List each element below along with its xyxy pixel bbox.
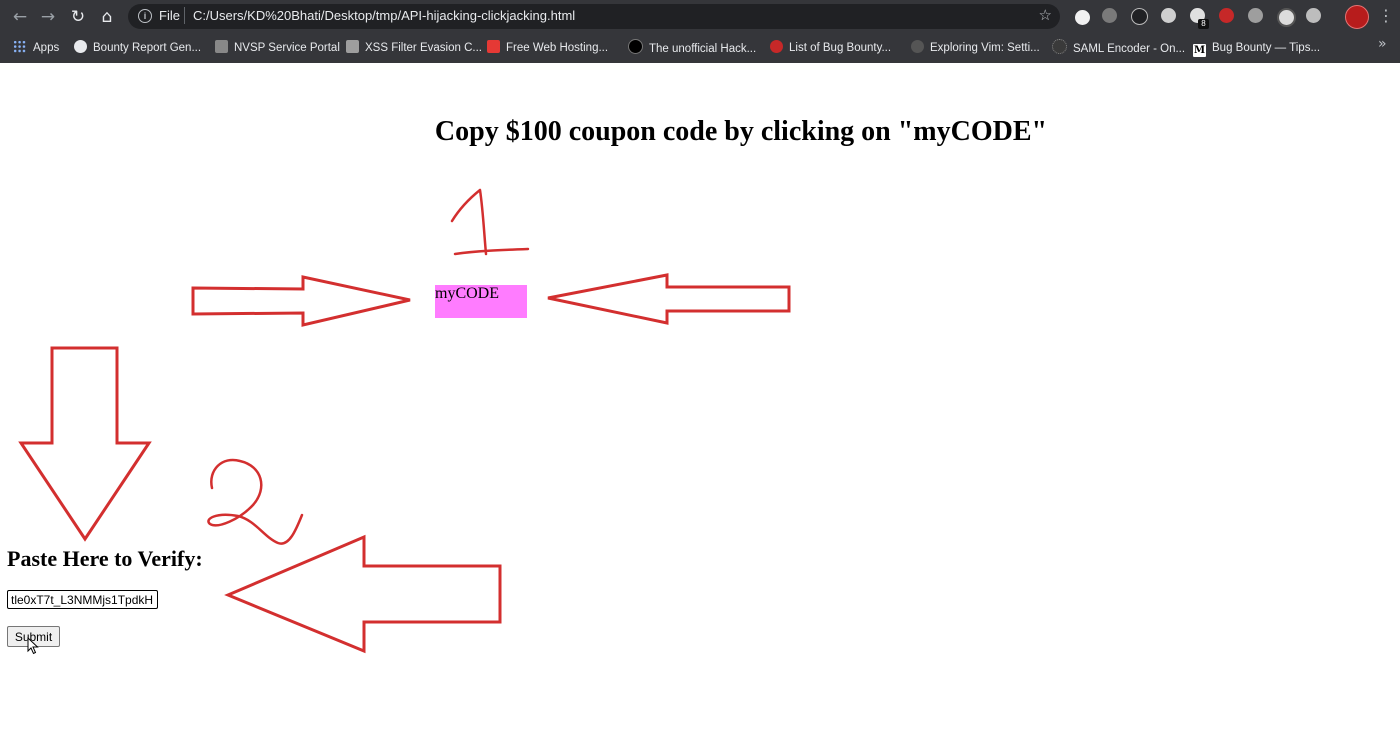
star-icon[interactable]: ☆ [1039, 6, 1052, 24]
site-icon [911, 40, 924, 53]
chevron-right-icon[interactable]: » [1378, 36, 1387, 52]
bookmark-item[interactable]: M Bug Bounty — Tips... [1193, 39, 1320, 57]
site-icon [487, 40, 500, 53]
apps-grid-icon [13, 40, 26, 53]
annotation-layer [18, 188, 791, 654]
reload-icon[interactable]: ↻ [67, 6, 89, 28]
extension-badge: 8 [1198, 19, 1209, 29]
annotation-number-1 [450, 188, 530, 256]
globe-icon [74, 40, 87, 53]
profile-avatar[interactable] [1345, 5, 1369, 29]
site-icon [215, 40, 228, 53]
info-icon[interactable]: i [138, 9, 152, 23]
bookmark-item[interactable]: List of Bug Bounty... [770, 39, 891, 57]
annotation-arrow-down [18, 346, 152, 542]
annotation-arrow-right [191, 275, 411, 327]
annotation-arrow-input [224, 534, 502, 654]
url-separator [184, 7, 185, 24]
url-scheme: File [159, 8, 180, 23]
bookmark-item[interactable]: Free Web Hosting... [487, 39, 608, 57]
extension-icon[interactable] [1131, 8, 1148, 25]
bookmark-item[interactable]: The unofficial Hack... [628, 39, 756, 57]
extension-icon[interactable] [1248, 8, 1263, 23]
site-icon [346, 40, 359, 53]
address-bar[interactable]: i File C:/Users/KD%20Bhati/Desktop/tmp/A… [128, 4, 1060, 29]
site-icon [770, 40, 783, 53]
verify-label: Paste Here to Verify: [7, 546, 203, 571]
arrow-right-icon[interactable]: → [37, 6, 59, 28]
bookmark-item[interactable]: SAML Encoder - On... [1052, 39, 1185, 57]
annotation-arrow-left [547, 273, 791, 325]
browser-chrome: ← → ↻ ⌂ i File C:/Users/KD%20Bhati/Deskt… [0, 0, 1400, 63]
medium-icon: M [1193, 44, 1206, 57]
page-title: Copy $100 coupon code by clicking on "my… [434, 116, 1048, 147]
extension-icon[interactable] [1161, 8, 1176, 23]
menu-icon[interactable]: ⋮ [1378, 5, 1394, 27]
url-text[interactable]: C:/Users/KD%20Bhati/Desktop/tmp/API-hija… [193, 8, 575, 23]
annotation-number-2 [207, 458, 304, 545]
extension-icon[interactable] [1102, 8, 1117, 23]
arrow-left-icon[interactable]: ← [9, 6, 31, 28]
bookmark-item[interactable]: XSS Filter Evasion C... [346, 39, 482, 57]
extension-icon[interactable] [1306, 8, 1321, 23]
extension-icon[interactable] [1073, 8, 1092, 27]
browser-toolbar: ← → ↻ ⌂ i File C:/Users/KD%20Bhati/Deskt… [0, 0, 1400, 33]
site-icon [628, 39, 643, 54]
site-icon [1052, 39, 1067, 54]
bookmark-item[interactable]: Bounty Report Gen... [74, 39, 201, 57]
bookmark-apps[interactable]: Apps [13, 39, 59, 57]
extension-icon[interactable] [1277, 8, 1296, 27]
home-icon[interactable]: ⌂ [96, 6, 118, 28]
bookmarks-bar: Apps Bounty Report Gen... NVSP Service P… [0, 33, 1400, 63]
mouse-cursor-icon [27, 637, 39, 655]
bookmark-item[interactable]: Exploring Vim: Setti... [911, 39, 1040, 57]
mycode-button[interactable]: myCODE [435, 285, 527, 318]
bookmark-item[interactable]: NVSP Service Portal [215, 39, 340, 57]
extension-icon[interactable] [1219, 8, 1234, 23]
coupon-code-input[interactable] [7, 590, 158, 609]
